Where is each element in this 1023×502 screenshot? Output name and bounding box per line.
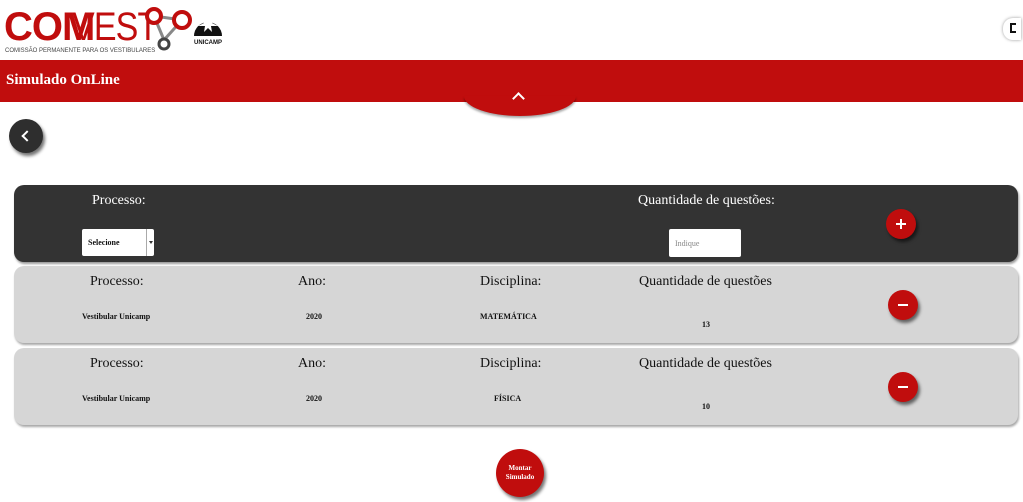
row-process-value: Vestibular Unicamp: [82, 312, 151, 321]
minus-icon: [898, 304, 908, 306]
remove-row-button[interactable]: [888, 290, 918, 320]
row-year-label: Ano:: [298, 274, 326, 289]
list-item: Processo: Ano: Disciplina: Quantidade de…: [14, 266, 1018, 343]
build-simulation-button[interactable]: Montar Simulado: [496, 449, 544, 497]
row-process-value: Vestibular Unicamp: [82, 394, 151, 403]
comvest-molecule-icon: [145, 7, 192, 51]
logo-subtitle: COMISSÃO PERMANENTE PARA OS VESTIBULARES: [5, 48, 156, 54]
chevron-left-icon: [21, 130, 33, 142]
row-quantity-value: 13: [702, 320, 710, 329]
process-label: Processo:: [92, 193, 146, 208]
build-simulation-label: Montar Simulado: [505, 464, 535, 481]
row-discipline-label: Disciplina:: [480, 356, 542, 371]
process-select-value: Selecione: [88, 238, 120, 247]
process-select[interactable]: Selecione: [82, 229, 154, 256]
remove-row-button[interactable]: [888, 372, 918, 402]
unicamp-seal-icon: [194, 14, 222, 36]
add-question-form: Processo: Quantidade de questões: Seleci…: [14, 185, 1018, 262]
page-title: Simulado OnLine: [6, 72, 120, 88]
page: COM VEST COMISSÃO PERMANENTE PARA OS VES…: [0, 0, 1023, 502]
collapse-toggle-button[interactable]: [464, 92, 576, 116]
row-year-value: 2020: [306, 394, 322, 403]
add-row-button[interactable]: [886, 209, 916, 239]
quantity-label: Quantidade de questões:: [638, 193, 775, 208]
quantity-input[interactable]: [669, 229, 741, 257]
row-year-value: 2020: [306, 312, 322, 321]
row-discipline-value: FÍSICA: [494, 394, 522, 403]
row-discipline-value: MATEMÁTICA: [480, 312, 537, 321]
minus-icon: [898, 386, 908, 388]
row-process-label: Processo:: [90, 356, 144, 371]
row-process-label: Processo:: [90, 274, 144, 289]
row-quantity-label: Quantidade de questões: [639, 356, 772, 371]
unicamp-label: UNICAMP: [194, 40, 222, 46]
back-button[interactable]: [9, 119, 43, 153]
row-quantity-label: Quantidade de questões: [639, 274, 772, 289]
row-year-label: Ano:: [298, 356, 326, 371]
row-discipline-label: Disciplina:: [480, 274, 542, 289]
row-quantity-value: 10: [702, 402, 710, 411]
fullscreen-icon[interactable]: [1003, 18, 1021, 40]
list-item: Processo: Ano: Disciplina: Quantidade de…: [14, 348, 1018, 425]
dropdown-arrow-icon: [146, 229, 154, 256]
